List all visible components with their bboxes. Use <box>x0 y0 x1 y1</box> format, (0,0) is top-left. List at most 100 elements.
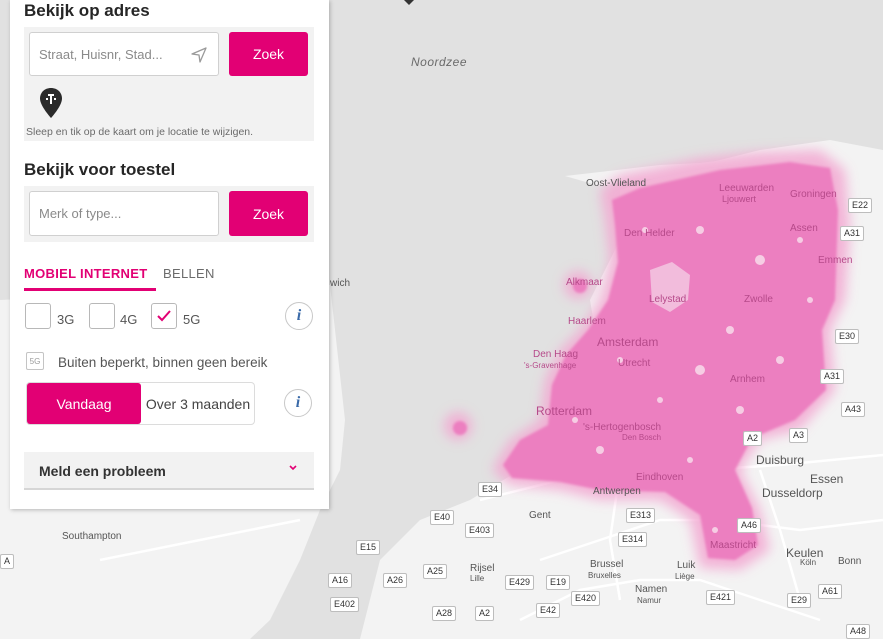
place-label: wich <box>330 278 351 289</box>
drag-hint: Sleep en tik op de kaart om je locatie t… <box>26 126 254 138</box>
sea-label: Noordzee <box>411 55 468 69</box>
address-placeholder: Straat, Huisnr, Stad... <box>39 46 163 62</box>
road-shield: A2 <box>743 431 763 446</box>
place-label: Maastricht <box>710 540 757 551</box>
address-search-input[interactable]: Straat, Huisnr, Stad... <box>29 32 219 76</box>
place-label: Lille <box>470 574 485 583</box>
device-search-button[interactable]: Zoek <box>229 191 308 236</box>
device-placeholder: Merk of type... <box>39 206 122 221</box>
road-shield: A2 <box>475 606 495 621</box>
place-label: Emmen <box>818 255 853 266</box>
place-label: Oost-Vlieland <box>586 178 647 189</box>
checkbox-4g[interactable] <box>89 303 115 329</box>
checkbox-3g-label: 3G <box>57 312 75 327</box>
place-label: Southampton <box>62 531 122 542</box>
road-shield: E29 <box>787 593 812 608</box>
place-label: 's-Gravenhage <box>524 361 577 370</box>
legend-5g-badge: 5G <box>26 352 44 370</box>
location-arrow-icon[interactable] <box>190 46 208 64</box>
road-shield: E403 <box>465 523 495 538</box>
place-label: Liège <box>675 572 695 581</box>
address-search-button[interactable]: Zoek <box>229 32 308 76</box>
checkbox-5g-label: 5G <box>183 312 201 327</box>
road-shield: E313 <box>626 508 656 523</box>
place-label: Leeuwarden <box>719 183 775 194</box>
road-shield: E34 <box>478 482 503 497</box>
place-label: Alkmaar <box>566 277 603 288</box>
coverage-tabs: MOBIEL INTERNET BELLEN <box>24 266 314 292</box>
road-shield: E314 <box>618 532 648 547</box>
road-shield: A16 <box>328 573 353 588</box>
road-shield: A61 <box>818 584 843 599</box>
network-info-icon[interactable]: i <box>285 302 313 330</box>
road-shield: E421 <box>706 590 736 605</box>
tab-bellen[interactable]: BELLEN <box>163 266 215 281</box>
road-shield: A46 <box>737 518 762 533</box>
place-label: Dusseldorp <box>762 486 823 500</box>
road-shield: E15 <box>356 540 381 555</box>
place-label: Essen <box>810 472 844 486</box>
address-search-box: Straat, Huisnr, Stad... Zoek Sleep en ti… <box>24 27 314 141</box>
road-shield: E402 <box>330 597 360 612</box>
road-shield: A3 <box>789 428 809 443</box>
road-shield: A26 <box>383 573 408 588</box>
place-label: Gent <box>529 510 551 521</box>
place-label: Namur <box>637 596 662 605</box>
time-toggle: Vandaag Over 3 maanden <box>26 382 255 425</box>
place-label: Antwerpen <box>593 486 641 497</box>
place-label: Assen <box>790 223 818 234</box>
road-shield: A43 <box>841 402 866 417</box>
place-label: Den Helder <box>624 228 675 239</box>
tab-mobiel-internet[interactable]: MOBIEL INTERNET <box>24 266 147 281</box>
toggle-vandaag[interactable]: Vandaag <box>27 383 141 424</box>
place-label: Bonn <box>838 556 862 567</box>
road-shield: A28 <box>432 606 457 621</box>
place-label: Brussel <box>590 559 624 570</box>
checkbox-4g-label: 4G <box>120 312 138 327</box>
road-shield: E19 <box>546 575 571 590</box>
road-shield: A <box>0 554 15 569</box>
place-label: Rijsel <box>470 563 495 574</box>
road-shield: E420 <box>571 591 601 606</box>
toggle-over-3-maanden[interactable]: Over 3 maanden <box>141 383 255 424</box>
checkmark-icon <box>157 310 171 322</box>
road-shield: E22 <box>848 198 873 213</box>
place-label: Eindhoven <box>636 472 684 483</box>
coverage-panel: Bekijk op adres Straat, Huisnr, Stad... … <box>10 0 329 509</box>
time-info-icon[interactable]: i <box>284 389 312 417</box>
road-shield: E30 <box>835 329 860 344</box>
road-shield: E42 <box>536 603 561 618</box>
place-label: Bruxelles <box>588 571 621 580</box>
device-search-input[interactable]: Merk of type... <box>29 191 219 236</box>
legend-text: Buiten beperkt, binnen geen bereik <box>58 355 268 370</box>
place-label: 's-Hertogenbosch <box>583 422 662 433</box>
report-problem-label: Meld een probleem <box>39 463 166 479</box>
place-label: Haarlem <box>568 316 606 327</box>
place-label: Namen <box>635 584 668 595</box>
road-shield: E429 <box>505 575 535 590</box>
checkbox-5g[interactable] <box>151 303 177 329</box>
place-label: Rotterdam <box>536 404 593 418</box>
place-label: Duisburg <box>756 453 805 467</box>
place-label: Den Bosch <box>622 433 662 442</box>
place-label: Zwolle <box>744 294 773 305</box>
report-problem-dropdown[interactable]: Meld een probleem <box>24 452 314 490</box>
road-shield: A31 <box>820 369 845 384</box>
place-label: Arnhem <box>730 374 766 385</box>
place-label: Amsterdam <box>597 335 659 349</box>
chevron-down-icon <box>289 465 297 471</box>
road-shield: A48 <box>846 624 871 639</box>
road-shield: A25 <box>423 564 448 579</box>
road-shield: A31 <box>840 226 865 241</box>
place-label: Lelystad <box>649 294 687 305</box>
place-label: Köln <box>800 558 817 567</box>
place-label: Den Haag <box>533 349 579 360</box>
place-label: Utrecht <box>618 358 651 369</box>
active-tab-indicator <box>24 288 156 291</box>
checkbox-3g[interactable] <box>25 303 51 329</box>
place-label: Ljouwert <box>722 194 757 204</box>
location-pin-icon[interactable] <box>39 87 63 119</box>
road-shield: E40 <box>430 510 455 525</box>
place-label: Luik <box>677 560 696 571</box>
address-heading: Bekijk op adres <box>24 1 150 20</box>
